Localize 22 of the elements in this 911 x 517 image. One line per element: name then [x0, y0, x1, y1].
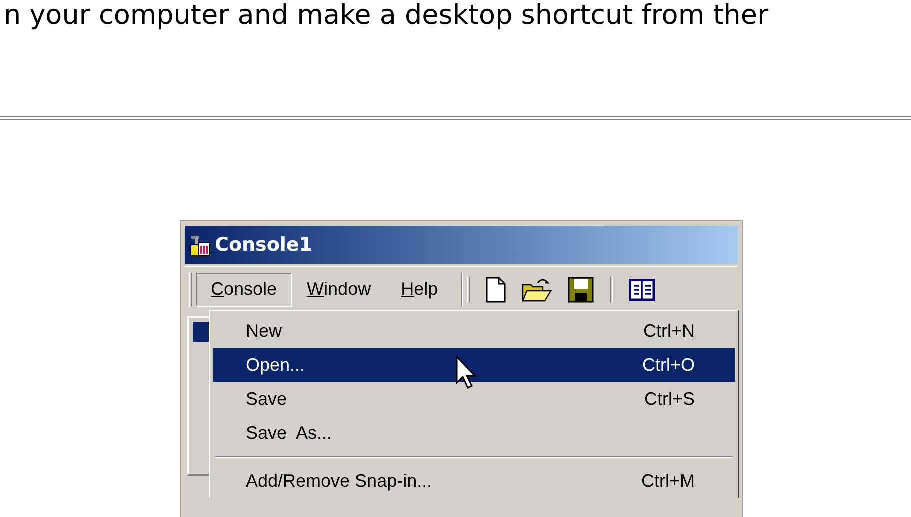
- panel-view-icon[interactable]: [629, 278, 656, 300]
- menu-item[interactable]: Add/Remove Snap-in... Ctrl+M: [213, 464, 735, 498]
- menu-item-label: Open...: [246, 354, 306, 377]
- menu-item[interactable]: New Ctrl+N: [213, 314, 735, 348]
- shortcut-text: Ctrl+N: [643, 320, 695, 342]
- shortcut-text: Ctrl+M: [642, 470, 695, 492]
- menu-bar-item[interactable]: Console: [196, 272, 292, 306]
- menu-item[interactable]: Save As...: [213, 416, 735, 450]
- shortcut-text: Ctrl+O: [642, 354, 695, 376]
- menu-bar-item[interactable]: Window: [292, 272, 386, 306]
- menu-bar-item[interactable]: Help: [386, 272, 454, 306]
- article-text: n your computer and make a desktop shortcut from ther: [3, 0, 770, 32]
- menu-item-label: New: [246, 320, 282, 342]
- open-folder-icon[interactable]: [522, 276, 552, 302]
- new-document-icon[interactable]: [486, 276, 506, 302]
- menu-item-label: Add/Remove Snap-in...: [246, 470, 432, 493]
- shortcut-text: Ctrl+S: [644, 388, 695, 410]
- window-title: Console1: [215, 232, 313, 258]
- menu-item-label: Save As...: [246, 422, 332, 444]
- menu-item-label: Save: [246, 388, 288, 410]
- menu-item[interactable]: Save Ctrl+S: [213, 382, 735, 416]
- tools-icon: [189, 233, 211, 257]
